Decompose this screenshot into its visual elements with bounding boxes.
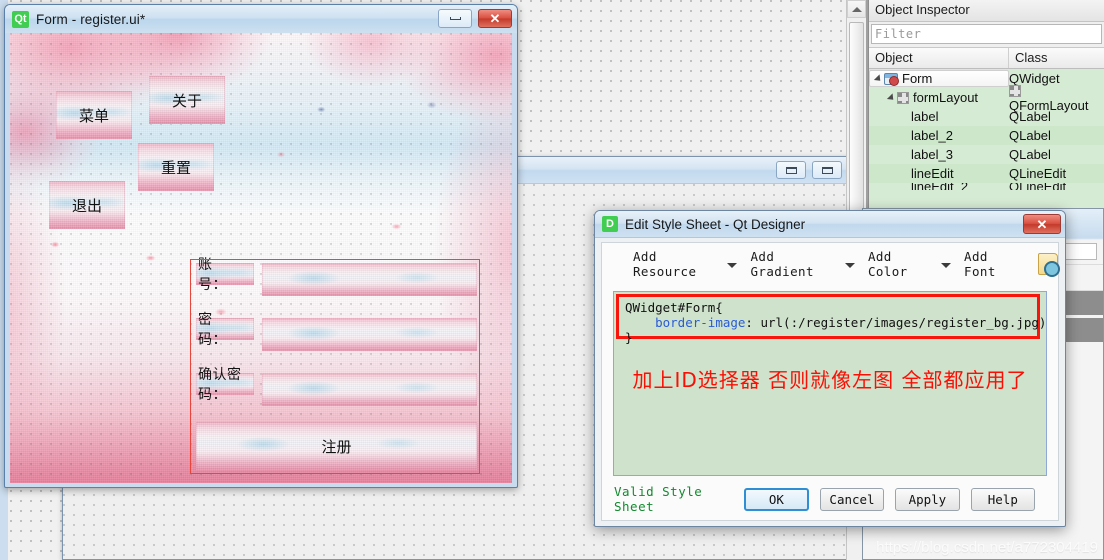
about-button[interactable]: 关于 <box>149 76 225 124</box>
tree-row-label[interactable]: label QLabel <box>869 107 1104 126</box>
confirm-password-label: 确认密码： <box>196 367 254 403</box>
chevron-down-icon[interactable] <box>941 262 952 268</box>
form-close-button[interactable]: ✕ <box>478 9 512 28</box>
tree-row-object-name: label_2 <box>911 128 953 143</box>
style-dialog-close-button[interactable]: ✕ <box>1023 214 1061 234</box>
tree-row-class-cell: QFormLayout <box>1009 83 1104 113</box>
code-highlight-box: QWidget#Form{ border-image: url(:/regist… <box>616 294 1046 345</box>
scroll-up-button[interactable] <box>847 0 866 18</box>
tree-row-object-name: label_3 <box>911 147 953 162</box>
designer-logo-icon: D <box>602 216 618 232</box>
edit-style-sheet-dialog[interactable]: D Edit Style Sheet - Qt Designer ✕ Add R… <box>594 210 1066 527</box>
object-inspector-tree[interactable]: Form QWidget formLayout QFormLayout labe… <box>869 69 1104 211</box>
add-font-button[interactable]: Add Font <box>957 249 1028 279</box>
tree-row-object-name: Form <box>902 71 933 86</box>
tree-row-object-name: formLayout <box>913 90 979 105</box>
style-dialog-title: Edit Style Sheet - Qt Designer <box>625 216 806 232</box>
chevron-down-icon[interactable] <box>873 73 884 84</box>
add-gradient-button[interactable]: Add Gradient <box>743 249 842 279</box>
chevron-up-icon <box>851 6 862 12</box>
object-inspector-filter-input[interactable]: Filter <box>871 24 1102 44</box>
tree-row-class-name: QLineEdit <box>1009 166 1067 181</box>
tree-row-lineedit-2[interactable]: lineEdit_2 QLineEdit <box>869 183 1104 190</box>
validation-status-label: Valid Style Sheet <box>614 484 703 514</box>
style-dialog-footer: Valid Style Sheet OK Cancel Apply Help <box>602 478 1058 520</box>
watermark-text: https://blog.csdn.net/a772304419 <box>876 539 1098 556</box>
qt-logo-icon: Qt <box>12 10 29 28</box>
form-window-title: Form - register.ui* <box>36 11 146 27</box>
password-input[interactable] <box>262 318 477 351</box>
password-label-text: 密 码： <box>198 312 227 348</box>
account-label-text: 账 号： <box>198 257 227 293</box>
form-widget-icon <box>884 72 899 86</box>
restore-icon <box>821 166 833 174</box>
code-line-1: QWidget#Form{ <box>625 300 723 315</box>
tree-row-object-cell: Form <box>869 70 1009 87</box>
ok-button[interactable]: OK <box>744 487 809 511</box>
tree-row-lineedit[interactable]: lineEdit QLineEdit <box>869 164 1104 183</box>
form-client-area[interactable]: 菜单 关于 重置 退出 账 号： 密 码： 确认密码： 注册 <box>10 33 512 483</box>
register-button[interactable]: 注册 <box>196 422 477 470</box>
style-dialog-titlebar[interactable]: D Edit Style Sheet - Qt Designer ✕ <box>595 211 1065 238</box>
menu-button-label: 菜单 <box>78 106 109 125</box>
menu-button[interactable]: 菜单 <box>56 91 132 139</box>
object-inspector-title: Object Inspector <box>869 0 1104 22</box>
tree-row-label-2[interactable]: label_2 QLabel <box>869 126 1104 145</box>
about-button-label: 关于 <box>171 91 202 110</box>
help-button[interactable]: Help <box>970 487 1036 511</box>
resource-browser-icon[interactable] <box>1038 253 1060 277</box>
tree-row-object-name: lineEdit <box>911 166 954 181</box>
apply-button[interactable]: Apply <box>895 487 960 511</box>
code-property-value: : url(:/register/images/register_bg.jpg)… <box>745 315 1047 330</box>
style-sheet-code[interactable]: QWidget#Form{ border-image: url(:/regist… <box>619 297 1046 345</box>
account-input[interactable] <box>262 263 477 296</box>
tree-row-formlayout[interactable]: formLayout QFormLayout <box>869 84 1104 113</box>
style-dialog-toolbar[interactable]: Add Resource Add Gradient Add Color Add … <box>602 243 1060 285</box>
cancel-button[interactable]: Cancel <box>819 487 885 511</box>
tree-row-class-name: QLabel <box>1009 147 1051 162</box>
column-header-object[interactable]: Object <box>869 48 1009 68</box>
add-color-button[interactable]: Add Color <box>861 249 939 279</box>
form-preview-window[interactable]: Qt Form - register.ui* ✕ 菜单 关于 重置 退出 账 号… <box>4 4 518 488</box>
code-property-name: border-image <box>655 315 746 330</box>
tree-row-class-name: QLabel <box>1009 109 1051 124</box>
confirm-password-label-text: 确认密码： <box>198 367 242 403</box>
chevron-down-icon[interactable] <box>844 262 855 268</box>
add-resource-button[interactable]: Add Resource <box>626 249 725 279</box>
layout-grid-icon <box>897 91 909 104</box>
tree-row-object-cell: formLayout <box>869 90 1009 105</box>
reset-button-label: 重置 <box>160 158 191 177</box>
tree-row-object-name: lineEdit_2 <box>869 183 1009 190</box>
account-label: 账 号： <box>196 257 254 293</box>
background-window-minimize-button[interactable] <box>776 161 806 179</box>
object-inspector-dock[interactable]: Object Inspector Filter Object Class For… <box>868 0 1104 211</box>
minimize-icon <box>785 166 797 174</box>
register-button-label: 注册 <box>321 437 352 456</box>
background-window-restore-button[interactable] <box>812 161 842 179</box>
chevron-down-icon[interactable] <box>886 92 897 103</box>
tree-row-label-3[interactable]: label_3 QLabel <box>869 145 1104 164</box>
code-line-3: } <box>625 330 633 345</box>
annotation-text: 加上ID选择器 否则就像左图 全部都应用了 <box>632 368 1028 392</box>
password-label: 密 码： <box>196 312 254 348</box>
tree-row-object-name: label <box>911 109 939 124</box>
column-header-class[interactable]: Class <box>1009 48 1104 68</box>
reset-button[interactable]: 重置 <box>138 143 214 191</box>
confirm-password-input[interactable] <box>262 373 477 406</box>
tree-row-class-name: QLabel <box>1009 128 1051 143</box>
chevron-down-icon[interactable] <box>727 262 738 268</box>
style-dialog-inner: Add Resource Add Gradient Add Color Add … <box>601 242 1060 521</box>
form-minimize-button[interactable] <box>438 9 472 28</box>
form-window-titlebar[interactable]: Qt Form - register.ui* ✕ <box>5 5 517 33</box>
layout-grid-icon <box>1009 84 1021 97</box>
exit-button[interactable]: 退出 <box>49 181 125 229</box>
exit-button-label: 退出 <box>71 196 102 215</box>
minimize-icon <box>449 17 461 20</box>
object-inspector-header: Object Class <box>869 47 1104 69</box>
style-sheet-text-editor[interactable]: QWidget#Form{ border-image: url(:/regist… <box>613 291 1047 476</box>
tree-row-class-name: QLineEdit <box>1009 183 1104 190</box>
